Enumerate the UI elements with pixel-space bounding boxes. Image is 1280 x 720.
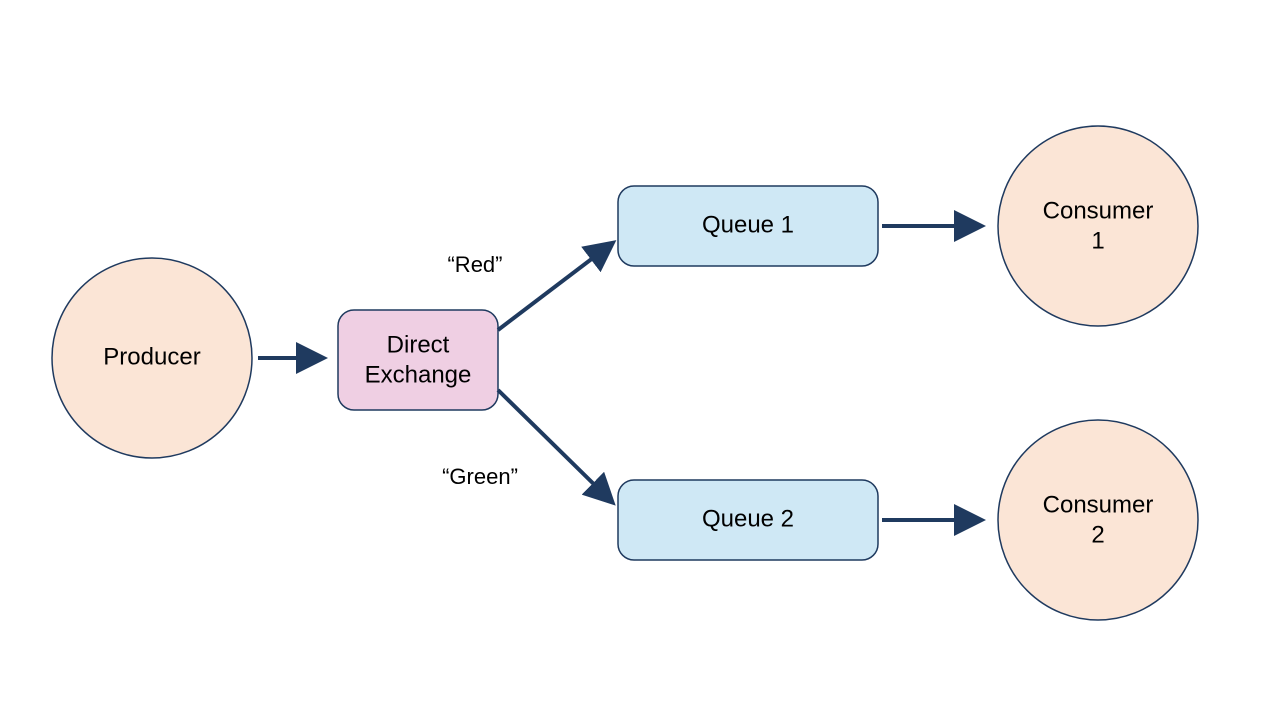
consumer-2-label-1: Consumer bbox=[1043, 491, 1154, 518]
producer-node: Producer bbox=[52, 258, 252, 458]
queue-1-node: Queue 1 bbox=[618, 186, 878, 266]
arrow-exchange-queue1 bbox=[498, 245, 610, 330]
consumer-1-label-2: 1 bbox=[1091, 227, 1104, 254]
exchange-node: Direct Exchange bbox=[338, 310, 498, 410]
producer-label: Producer bbox=[103, 343, 200, 370]
queue-1-label: Queue 1 bbox=[702, 211, 794, 238]
consumer-1-label-1: Consumer bbox=[1043, 197, 1154, 224]
diagram-canvas: Producer Direct Exchange “Red” “Green” Q… bbox=[0, 0, 1280, 720]
consumer-2-node: Consumer 2 bbox=[998, 420, 1198, 620]
routing-key-2: “Green” bbox=[442, 464, 518, 489]
exchange-label-2: Exchange bbox=[365, 361, 472, 388]
exchange-label-1: Direct bbox=[387, 331, 450, 358]
routing-key-1: “Red” bbox=[447, 252, 502, 277]
consumer-2-label-2: 2 bbox=[1091, 521, 1104, 548]
consumer-1-node: Consumer 1 bbox=[998, 126, 1198, 326]
queue-2-label: Queue 2 bbox=[702, 505, 794, 532]
queue-2-node: Queue 2 bbox=[618, 480, 878, 560]
